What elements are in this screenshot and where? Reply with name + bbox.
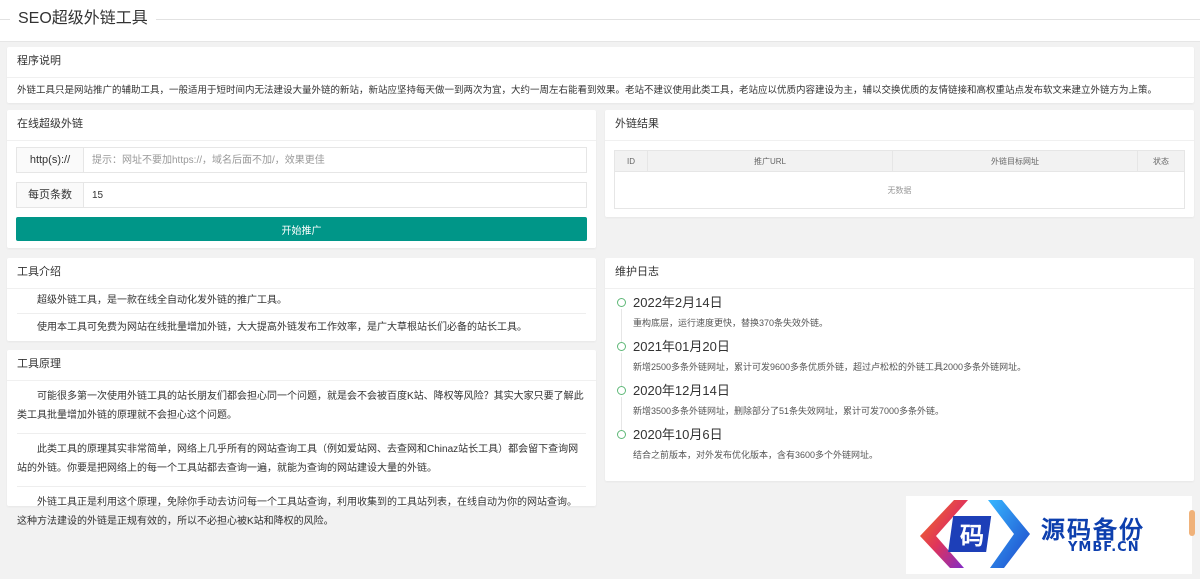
tool-intro-para: 使用本工具可免费为网站在线批量增加外链，大大提高外链发布工作效率，是广大草根站长… bbox=[37, 322, 527, 333]
title-divider bbox=[0, 19, 1200, 20]
online-form: http(s):// 每页条数 开始推广 bbox=[7, 141, 596, 247]
results-table-head: ID 推广URL 外链目标网址 状态 bbox=[614, 150, 1185, 172]
principle-para: 外链工具正是利用这个原理，免除你手动去访问每一个工具站查询，利用收集到的工具站列… bbox=[17, 497, 577, 527]
timeline-item: 2021年01月20日 新增2500多条外链网址，累计可发9600多条优质外链，… bbox=[615, 339, 1184, 386]
watermark-subtext: YMBF.CN bbox=[1068, 540, 1140, 555]
url-row: http(s):// bbox=[16, 147, 587, 173]
timeline-dot-icon bbox=[617, 342, 626, 351]
timeline-item: 2022年2月14日 重构底层，运行速度更快，替换370条失效外链。 bbox=[615, 295, 1184, 342]
watermark-logo: 码 源码备份 YMBF.CN bbox=[906, 496, 1195, 574]
intro-header: 程序说明 bbox=[7, 47, 1194, 78]
results-table-wrap: ID 推广URL 外链目标网址 状态 无数据 bbox=[605, 141, 1194, 209]
principle-card: 工具原理 可能很多第一次使用外链工具的站长朋友们都会担心同一个问题，就是会不会被… bbox=[7, 350, 596, 527]
timeline-item: 2020年10月6日 结合之前版本，对外发布优化版本，含有3600多个外链网址。 bbox=[615, 427, 1184, 462]
col-target[interactable]: 外链目标网址 bbox=[892, 150, 1138, 172]
changelog-card: 维护日志 2022年2月14日 重构底层，运行速度更快，替换370条失效外链。 … bbox=[605, 258, 1194, 481]
principle-header: 工具原理 bbox=[7, 350, 596, 381]
tool-intro-body: 超级外链工具，是一款在线全自动化发外链的推广工具。 使用本工具可免费为网站在线批… bbox=[7, 289, 596, 339]
online-header: 在线超级外链 bbox=[7, 110, 596, 141]
timeline-date: 2020年10月6日 bbox=[633, 427, 723, 442]
timeline-line bbox=[621, 309, 622, 342]
timeline-text: 重构底层，运行速度更快，替换370条失效外链。 bbox=[633, 318, 829, 328]
principle-body: 可能很多第一次使用外链工具的站长朋友们都会担心同一个问题，就是会不会被百度K站、… bbox=[7, 381, 596, 539]
url-input[interactable] bbox=[84, 148, 586, 172]
timeline: 2022年2月14日 重构底层，运行速度更快，替换370条失效外链。 2021年… bbox=[605, 289, 1194, 477]
timeline-date: 2021年01月20日 bbox=[633, 339, 730, 354]
online-card: 在线超级外链 http(s):// 每页条数 开始推广 bbox=[7, 110, 596, 248]
principle-para: 可能很多第一次使用外链工具的站长朋友们都会担心同一个问题，就是会不会被百度K站、… bbox=[17, 381, 586, 434]
svg-text:码: 码 bbox=[960, 521, 984, 550]
timeline-line bbox=[621, 353, 622, 386]
timeline-line bbox=[621, 397, 622, 430]
table-row: 无数据 bbox=[614, 171, 1185, 209]
logo-mark-icon: 码 bbox=[920, 500, 1030, 568]
col-id[interactable]: ID bbox=[614, 150, 648, 172]
url-label: http(s):// bbox=[17, 148, 84, 172]
timeline-text: 新增3500多条外链网址，删除部分了51条失效网址，累计可发7000多条外链。 bbox=[633, 406, 945, 416]
start-promote-button[interactable]: 开始推广 bbox=[16, 217, 587, 241]
watermark-accent bbox=[1189, 510, 1195, 536]
intro-card: 程序说明 外链工具只是网站推广的辅助工具，一般适用于短时间内无法建设大量外链的新… bbox=[7, 47, 1194, 103]
changelog-header: 维护日志 bbox=[605, 258, 1194, 289]
page-header: SEO超级外链工具 bbox=[0, 0, 1200, 42]
per-page-row: 每页条数 bbox=[16, 182, 587, 208]
col-status[interactable]: 状态 bbox=[1137, 150, 1185, 172]
results-card: 外链结果 ID 推广URL 外链目标网址 状态 无数据 bbox=[605, 110, 1194, 217]
timeline-dot-icon bbox=[617, 298, 626, 307]
no-data-cell: 无数据 bbox=[614, 171, 1185, 209]
tool-intro-para: 超级外链工具，是一款在线全自动化发外链的推广工具。 bbox=[17, 289, 586, 314]
principle-para: 此类工具的原理其实非常简单，网络上几乎所有的网站查询工具（例如爱站网、去查网和C… bbox=[17, 434, 586, 487]
per-page-input[interactable] bbox=[84, 183, 586, 207]
timeline-dot-icon bbox=[617, 386, 626, 395]
timeline-text: 结合之前版本，对外发布优化版本，含有3600多个外链网址。 bbox=[633, 450, 879, 460]
tool-intro-header: 工具介绍 bbox=[7, 258, 596, 289]
tool-intro-card: 工具介绍 超级外链工具，是一款在线全自动化发外链的推广工具。 使用本工具可免费为… bbox=[7, 258, 596, 341]
per-page-label: 每页条数 bbox=[17, 183, 84, 207]
col-url[interactable]: 推广URL bbox=[647, 150, 893, 172]
timeline-date: 2022年2月14日 bbox=[633, 295, 723, 310]
intro-text: 外链工具只是网站推广的辅助工具，一般适用于短时间内无法建设大量外链的新站，新站应… bbox=[17, 85, 1158, 96]
results-table: ID 推广URL 外链目标网址 状态 无数据 bbox=[614, 150, 1185, 209]
timeline-date: 2020年12月14日 bbox=[633, 383, 730, 398]
timeline-item: 2020年12月14日 新增3500多条外链网址，删除部分了51条失效网址，累计… bbox=[615, 383, 1184, 430]
results-header: 外链结果 bbox=[605, 110, 1194, 141]
page-title: SEO超级外链工具 bbox=[10, 8, 156, 30]
timeline-dot-icon bbox=[617, 430, 626, 439]
timeline-text: 新增2500多条外链网址，累计可发9600多条优质外链，超过卢松松的外链工具20… bbox=[633, 362, 1027, 372]
